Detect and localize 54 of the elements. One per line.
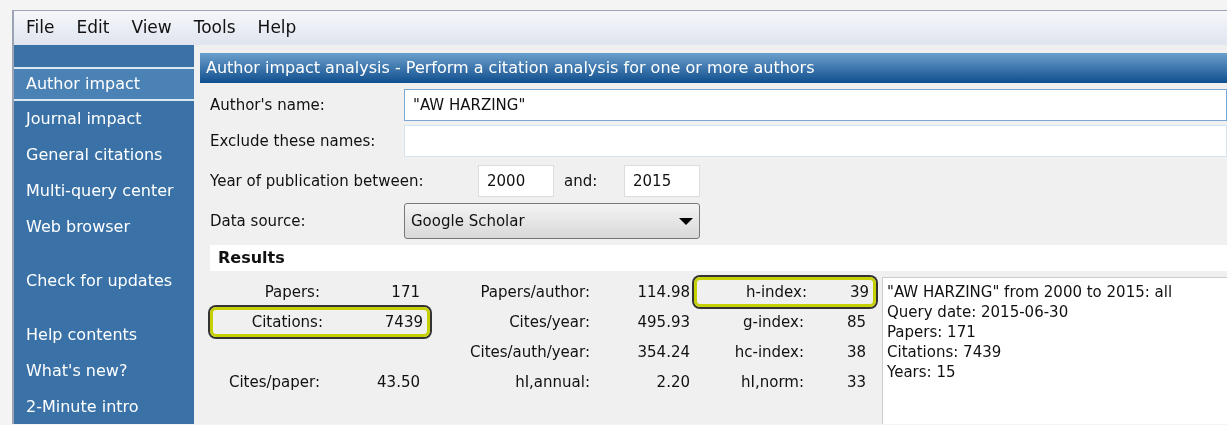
sidebar-item[interactable]: What's new? <box>14 353 194 389</box>
stat-label: Papers: <box>263 281 320 303</box>
sidebar-item[interactable]: Journal impact <box>14 101 194 137</box>
stat-value: 38 <box>845 341 867 363</box>
menu-item[interactable]: Tools <box>193 15 236 41</box>
year-to-field[interactable]: 2015 <box>624 165 700 197</box>
stat-label: Cites/auth/year: <box>469 341 590 363</box>
menu-item[interactable]: View <box>131 15 172 41</box>
summary-line: Papers: 171 <box>887 322 977 342</box>
exclude-names-field[interactable] <box>404 125 1227 157</box>
stat-label: Cites/year: <box>508 311 590 333</box>
menu-item[interactable]: File <box>26 15 55 41</box>
stat-label: h-index: <box>745 281 807 303</box>
sidebar-item[interactable]: Web browser <box>14 209 194 245</box>
stat-value: 171 <box>390 281 421 303</box>
field-label: and: <box>563 170 599 192</box>
stat-value: 33 <box>845 371 867 393</box>
stat-label: Citations: <box>250 311 323 333</box>
menu-item[interactable]: Help <box>257 15 297 41</box>
stat-value: 354.24 <box>636 341 691 363</box>
sidebar-item[interactable]: Author impact <box>14 67 194 101</box>
stat-value: 85 <box>845 311 867 333</box>
menu-item[interactable]: Edit <box>76 15 110 41</box>
sidebar-item[interactable]: 2-Minute intro <box>14 389 194 425</box>
data-source-dropdown[interactable]: Google Scholar <box>404 203 700 239</box>
stat-label: Cites/paper: <box>227 371 320 393</box>
panel-header: Author impact analysis - Perform a citation analysis for one or more authors <box>200 53 1227 83</box>
year-from-field[interactable]: 2000 <box>478 165 554 197</box>
field-label: Author's name: <box>210 94 326 116</box>
sidebar-item[interactable]: Check for updates <box>14 263 194 299</box>
author-name-field[interactable]: "AW HARZING" <box>404 89 1227 121</box>
sidebar-item[interactable]: Multi-query center <box>14 173 194 209</box>
caret-icon <box>679 217 693 225</box>
field-label: Exclude these names: <box>210 130 377 152</box>
summary-line: Years: 15 <box>887 362 957 382</box>
summary-line: "AW HARZING" from 2000 to 2015: all <box>887 282 1174 302</box>
field-label: Data source: <box>210 210 307 232</box>
stat-value: 114.98 <box>636 281 691 303</box>
summary-line: Citations: 7439 <box>887 342 1003 362</box>
stat-value: 495.93 <box>636 311 691 333</box>
stat-label: hI,annual: <box>514 371 590 393</box>
summary-line: Query date: 2015-06-30 <box>887 302 1070 322</box>
field-label: Year of publication between: <box>210 170 425 192</box>
sidebar-item[interactable]: Help contents <box>14 317 194 353</box>
stat-label: g-index: <box>741 311 804 333</box>
stat-label: Papers/author: <box>479 281 590 303</box>
results-heading: Results <box>218 247 285 269</box>
stat-value: 7439 <box>383 311 424 333</box>
stat-value: 39 <box>848 281 870 303</box>
stat-value: 2.20 <box>655 371 691 393</box>
stat-label: hI,norm: <box>740 371 804 393</box>
stat-label: hc-index: <box>733 341 804 363</box>
sidebar-item[interactable]: General citations <box>14 137 194 173</box>
stat-value: 43.50 <box>376 371 421 393</box>
